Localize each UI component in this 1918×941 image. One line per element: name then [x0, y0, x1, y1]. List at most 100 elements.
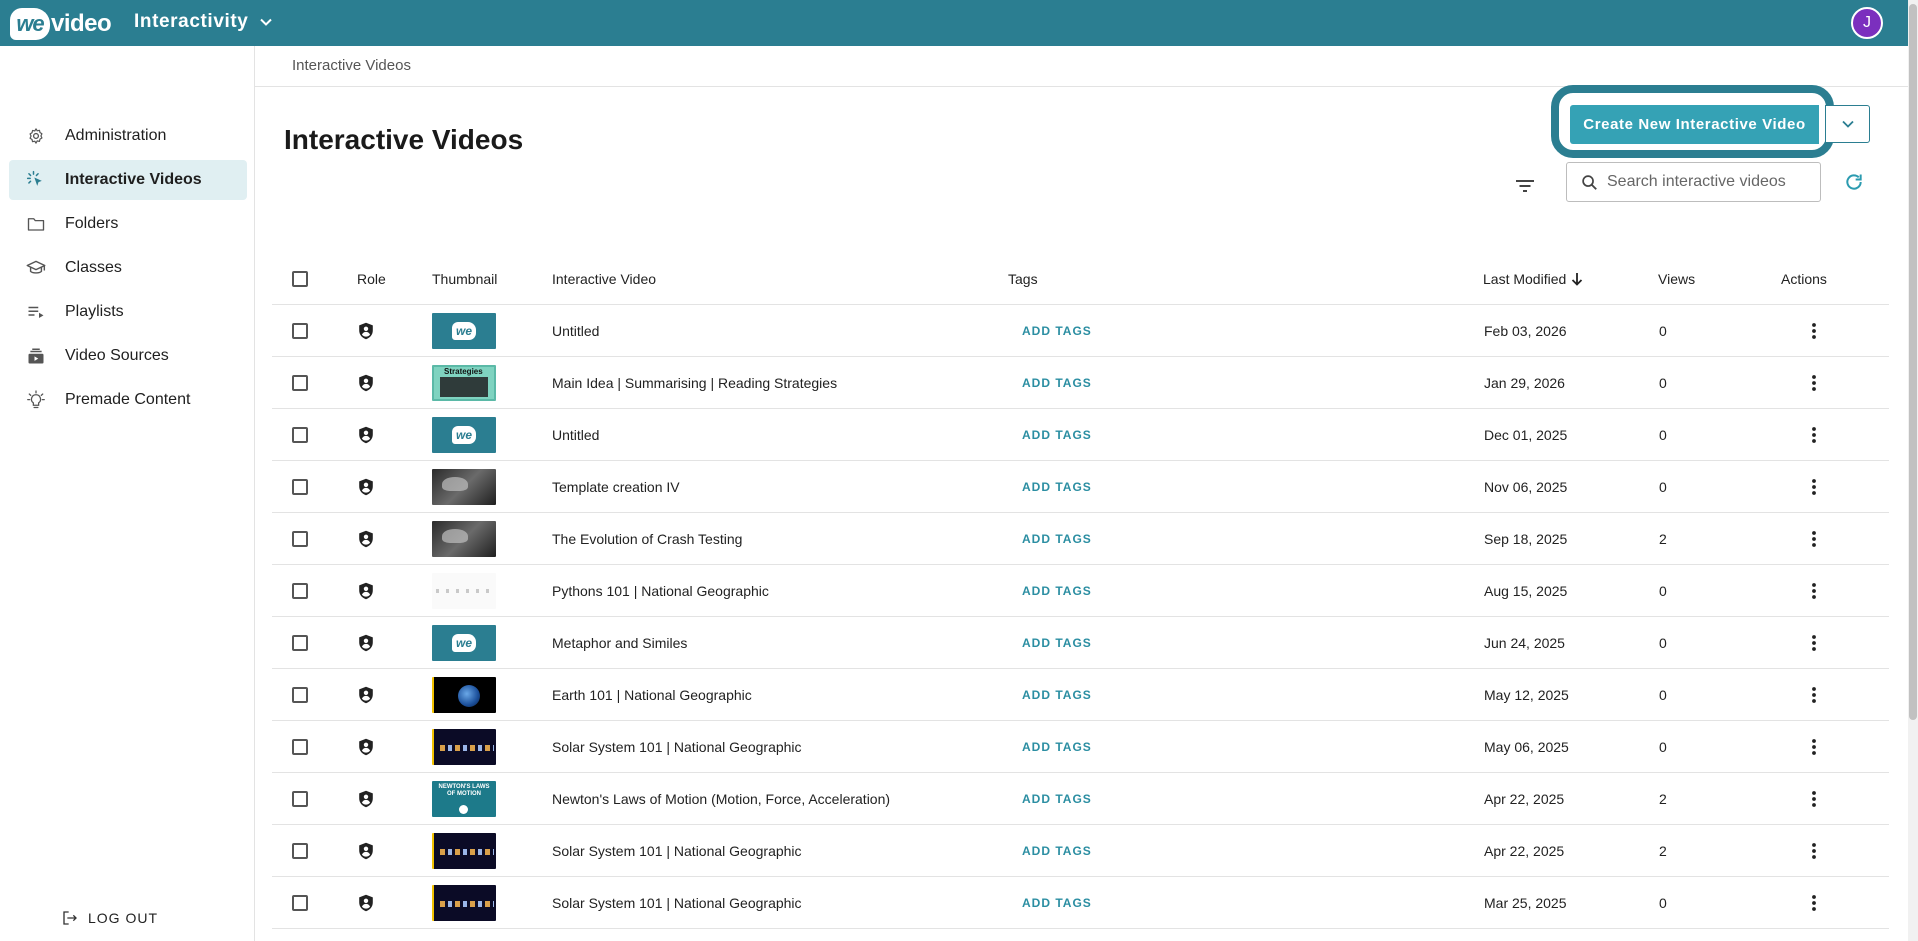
search-field[interactable] — [1566, 162, 1821, 202]
row-checkbox[interactable] — [292, 842, 308, 859]
video-thumbnail[interactable]: we — [432, 312, 496, 349]
row-actions-menu-button[interactable] — [1802, 527, 1826, 551]
row-actions-menu-button[interactable] — [1802, 579, 1826, 603]
scrollbar-thumb[interactable] — [1909, 4, 1917, 720]
table-row[interactable]: Solar System 101 | National Geographic A… — [272, 721, 1889, 773]
add-tags-button[interactable]: ADD TAGS — [1022, 636, 1092, 650]
add-tags-button[interactable]: ADD TAGS — [1022, 792, 1092, 806]
video-thumbnail[interactable] — [432, 468, 496, 505]
row-checkbox[interactable] — [292, 478, 308, 495]
row-actions-menu-button[interactable] — [1802, 787, 1826, 811]
row-checkbox[interactable] — [292, 790, 308, 807]
video-title[interactable]: Untitled — [552, 409, 599, 460]
last-modified-date: May 12, 2025 — [1484, 686, 1569, 703]
role-cell — [358, 721, 374, 772]
row-actions-menu-button[interactable] — [1802, 683, 1826, 707]
row-checkbox[interactable] — [292, 426, 308, 443]
video-thumbnail[interactable] — [432, 832, 496, 869]
video-thumbnail[interactable]: we — [432, 416, 496, 453]
row-checkbox[interactable] — [292, 738, 308, 755]
row-actions-menu-button[interactable] — [1802, 735, 1826, 759]
search-input[interactable] — [1607, 173, 1807, 191]
row-actions-menu-button[interactable] — [1802, 475, 1826, 499]
row-actions-menu-button[interactable] — [1802, 371, 1826, 395]
add-tags-button[interactable]: ADD TAGS — [1022, 532, 1092, 546]
sidebar-item-administration[interactable]: Administration — [9, 116, 247, 156]
table-row[interactable]: NEWTON'S LAWS OF MOTION Newton's Laws of… — [272, 773, 1889, 825]
page-scrollbar[interactable] — [1908, 0, 1918, 941]
table-row[interactable]: Solar System 101 | National Geographic A… — [272, 877, 1889, 929]
video-title[interactable]: Metaphor and Similes — [552, 617, 687, 668]
table-row[interactable]: Solar System 101 | National Geographic A… — [272, 825, 1889, 877]
row-checkbox[interactable] — [292, 374, 308, 391]
video-title[interactable]: Earth 101 | National Geographic — [552, 669, 752, 720]
video-title[interactable]: Solar System 101 | National Geographic — [552, 825, 802, 876]
sidebar-item-classes[interactable]: Classes — [9, 248, 247, 288]
table-row[interactable]: Pythons 101 | National Geographic ADD TA… — [272, 565, 1889, 617]
create-options-dropdown-button[interactable] — [1825, 105, 1870, 143]
video-thumbnail[interactable] — [432, 884, 496, 921]
add-tags-button[interactable]: ADD TAGS — [1022, 896, 1092, 910]
video-title[interactable]: Solar System 101 | National Geographic — [552, 721, 802, 772]
row-checkbox[interactable] — [292, 634, 308, 651]
sidebar-item-playlists[interactable]: Playlists — [9, 292, 247, 332]
video-title[interactable]: Solar System 101 | National Geographic — [552, 877, 802, 928]
row-checkbox[interactable] — [292, 582, 308, 599]
lightbulb-icon — [26, 390, 46, 410]
row-actions-menu-button[interactable] — [1802, 423, 1826, 447]
video-title[interactable]: Untitled — [552, 305, 599, 356]
sidebar-item-video-sources[interactable]: Video Sources — [9, 336, 247, 376]
app-switcher[interactable]: Interactivity — [134, 11, 273, 33]
refresh-button[interactable] — [1842, 170, 1866, 194]
add-tags-button[interactable]: ADD TAGS — [1022, 740, 1092, 754]
header-last-modified[interactable]: Last Modified — [1483, 253, 1583, 304]
add-tags-button[interactable]: ADD TAGS — [1022, 480, 1092, 494]
add-tags-button[interactable]: ADD TAGS — [1022, 584, 1092, 598]
video-thumbnail[interactable] — [432, 676, 496, 713]
table-row[interactable]: we Untitled ADD TAGS Feb 03, 2026 0 — [272, 305, 1889, 357]
video-title[interactable]: Template creation IV — [552, 461, 680, 512]
add-tags-button[interactable]: ADD TAGS — [1022, 428, 1092, 442]
table-body: we Untitled ADD TAGS Feb 03, 2026 0 Stra… — [272, 305, 1889, 929]
video-title[interactable]: Newton's Laws of Motion (Motion, Force, … — [552, 773, 890, 824]
select-all-checkbox[interactable] — [292, 270, 308, 287]
video-title[interactable]: Pythons 101 | National Geographic — [552, 565, 769, 616]
row-checkbox[interactable] — [292, 894, 308, 911]
video-thumbnail[interactable]: we — [432, 624, 496, 661]
sidebar-item-premade-content[interactable]: Premade Content — [9, 380, 247, 420]
table-row[interactable]: we Untitled ADD TAGS Dec 01, 2025 0 — [272, 409, 1889, 461]
video-title[interactable]: Main Idea | Summarising | Reading Strate… — [552, 357, 837, 408]
add-tags-button[interactable]: ADD TAGS — [1022, 688, 1092, 702]
actions-cell — [1802, 825, 1826, 876]
add-tags-button[interactable]: ADD TAGS — [1022, 376, 1092, 390]
table-row[interactable]: The Evolution of Crash Testing ADD TAGS … — [272, 513, 1889, 565]
add-tags-button[interactable]: ADD TAGS — [1022, 844, 1092, 858]
video-thumbnail[interactable]: Strategies — [432, 364, 496, 401]
row-checkbox[interactable] — [292, 322, 308, 339]
sidebar-item-folders[interactable]: Folders — [9, 204, 247, 244]
create-new-interactive-video-button[interactable]: Create New Interactive Video — [1570, 105, 1819, 144]
wevideo-logo[interactable]: we video — [10, 7, 112, 40]
table-row[interactable]: Template creation IV ADD TAGS Nov 06, 20… — [272, 461, 1889, 513]
row-actions-menu-button[interactable] — [1802, 891, 1826, 915]
table-row[interactable]: Earth 101 | National Geographic ADD TAGS… — [272, 669, 1889, 721]
video-thumbnail[interactable]: NEWTON'S LAWS OF MOTION — [432, 780, 496, 817]
video-thumbnail[interactable] — [432, 572, 496, 609]
add-tags-button[interactable]: ADD TAGS — [1022, 324, 1092, 338]
video-thumbnail[interactable] — [432, 728, 496, 765]
filter-button[interactable] — [1512, 173, 1538, 199]
row-checkbox[interactable] — [292, 686, 308, 703]
owner-role-icon — [359, 790, 373, 807]
logout-button[interactable]: LOG OUT — [62, 910, 158, 926]
sidebar-item-interactive-videos[interactable]: Interactive Videos — [9, 160, 247, 200]
row-actions-menu-button[interactable] — [1802, 839, 1826, 863]
video-thumbnail[interactable] — [432, 520, 496, 557]
avatar[interactable]: J — [1851, 7, 1883, 39]
row-checkbox[interactable] — [292, 530, 308, 547]
owner-role-icon — [359, 634, 373, 651]
table-row[interactable]: we Metaphor and Similes ADD TAGS Jun 24,… — [272, 617, 1889, 669]
row-actions-menu-button[interactable] — [1802, 319, 1826, 343]
row-actions-menu-button[interactable] — [1802, 631, 1826, 655]
table-row[interactable]: Strategies Main Idea | Summarising | Rea… — [272, 357, 1889, 409]
video-title[interactable]: The Evolution of Crash Testing — [552, 513, 742, 564]
